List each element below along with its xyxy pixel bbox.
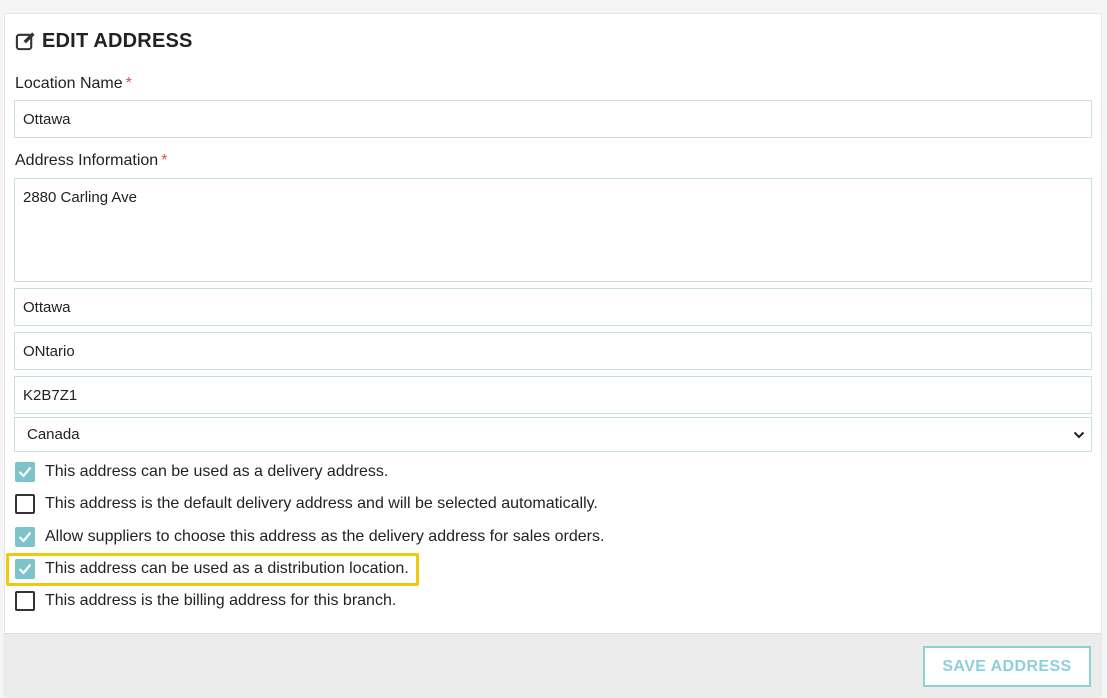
distribution-location-option[interactable]: This address can be used as a distributi… bbox=[15, 558, 409, 580]
edit-icon bbox=[15, 31, 36, 52]
option-label: This address is the default delivery add… bbox=[45, 495, 598, 512]
location-name-input[interactable]: Ottawa bbox=[14, 100, 1092, 138]
location-name-label: Location Name * bbox=[15, 75, 132, 92]
checkbox-unchecked[interactable] bbox=[15, 591, 35, 611]
save-address-button[interactable]: SAVE ADDRESS bbox=[923, 646, 1091, 687]
option-label: This address can be used as a delivery a… bbox=[45, 463, 389, 480]
address-information-label: Address Information * bbox=[15, 152, 168, 169]
default-delivery-option[interactable]: This address is the default delivery add… bbox=[15, 493, 598, 515]
required-marker: * bbox=[161, 152, 168, 169]
panel-header: EDIT ADDRESS bbox=[15, 28, 193, 54]
supplier-delivery-option[interactable]: Allow suppliers to choose this address a… bbox=[15, 526, 604, 548]
checkbox-unchecked[interactable] bbox=[15, 494, 35, 514]
page-title: EDIT ADDRESS bbox=[42, 29, 193, 52]
country-selected-value: Canada bbox=[27, 426, 80, 443]
edit-address-panel: EDIT ADDRESS Location Name * Ottawa Addre… bbox=[4, 13, 1102, 698]
city-input[interactable]: Ottawa bbox=[14, 288, 1092, 326]
option-label: This address can be used as a distributi… bbox=[45, 560, 409, 577]
postal-code-input[interactable]: K2B7Z1 bbox=[14, 376, 1092, 414]
panel-footer: SAVE ADDRESS bbox=[5, 633, 1101, 698]
chevron-down-icon bbox=[1073, 431, 1085, 439]
checkbox-checked[interactable] bbox=[15, 527, 35, 547]
country-select[interactable]: Canada bbox=[14, 417, 1092, 452]
option-label: Allow suppliers to choose this address a… bbox=[45, 528, 605, 545]
required-marker: * bbox=[125, 75, 132, 92]
province-input[interactable]: ONtario bbox=[14, 332, 1092, 370]
checkbox-checked[interactable] bbox=[15, 462, 35, 482]
street-address-textarea[interactable]: 2880 Carling Ave bbox=[14, 178, 1092, 282]
billing-address-option[interactable]: This address is the billing address for … bbox=[15, 590, 396, 612]
option-label: This address is the billing address for … bbox=[45, 592, 397, 609]
checkbox-checked[interactable] bbox=[15, 559, 35, 579]
delivery-address-option[interactable]: This address can be used as a delivery a… bbox=[15, 461, 388, 483]
